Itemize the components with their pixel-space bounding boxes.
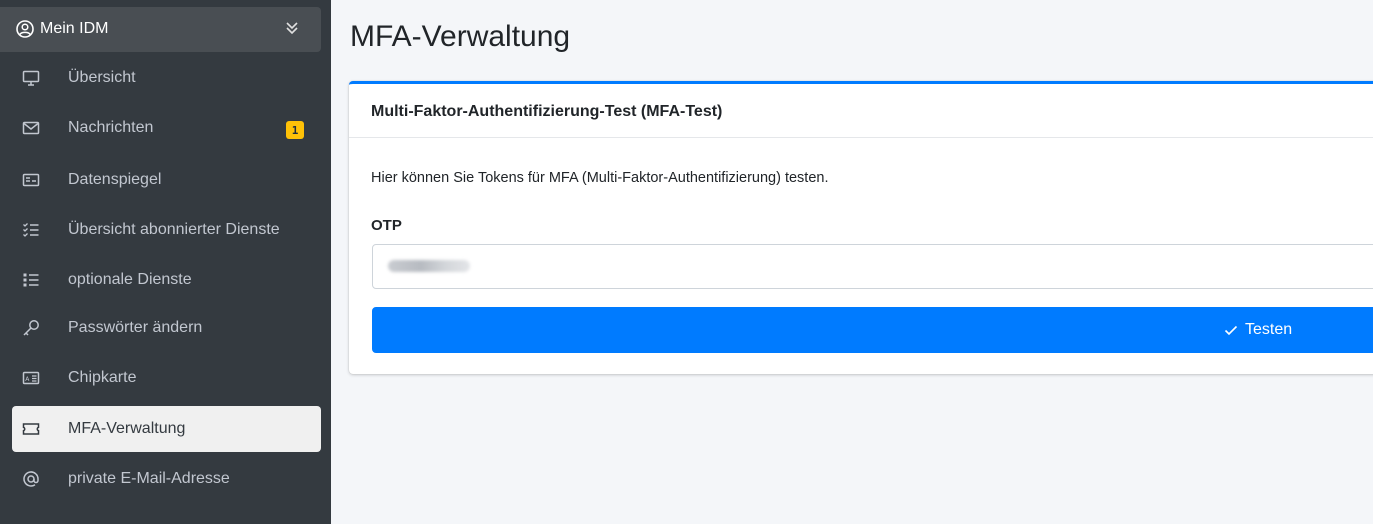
sidebar-item-label: MFA-Verwaltung <box>68 420 186 437</box>
sidebar-item-uebersicht[interactable]: Übersicht <box>12 55 321 101</box>
card-title: Multi-Faktor-Authentifizierung-Test (MFA… <box>371 103 723 120</box>
otp-input[interactable] <box>372 244 1373 289</box>
sidebar-item-label: Nachrichten <box>68 119 154 136</box>
card-header: Multi-Faktor-Authentifizierung-Test (MFA… <box>349 84 1373 138</box>
test-button-content: Testen <box>1223 321 1292 339</box>
otp-field-label: OTP <box>371 217 402 234</box>
key-icon <box>23 320 39 336</box>
sidebar-header-mein-idm[interactable]: Mein IDM <box>0 7 321 52</box>
list-icon <box>23 273 39 287</box>
sidebar-item-label: Chipkarte <box>68 369 137 386</box>
sidebar-item-label: Passwörter ändern <box>68 319 203 336</box>
sidebar-item-nachrichten[interactable]: Nachrichten 1 <box>12 105 321 151</box>
card-description: Hier können Sie Tokens für MFA (Multi-Fa… <box>371 170 829 186</box>
sidebar-item-datenspiegel[interactable]: Datenspiegel <box>12 157 321 203</box>
sidebar-header-label: Mein IDM <box>40 20 109 37</box>
sidebar-item-chipkarte[interactable]: A Chipkarte <box>12 355 321 401</box>
test-button-label: Testen <box>1245 321 1293 338</box>
at-sign-icon <box>23 471 39 487</box>
main-content: MFA-Verwaltung Multi-Faktor-Authentifizi… <box>331 0 1373 524</box>
ticket-icon <box>22 423 40 435</box>
sidebar-item-label: optionale Dienste <box>68 271 192 288</box>
envelope-icon <box>22 121 40 135</box>
monitor-icon <box>22 70 40 86</box>
check-icon <box>1224 325 1238 336</box>
sidebar-item-label: Datenspiegel <box>68 171 162 188</box>
sidebar-item-optionale-dienste[interactable]: optionale Dienste <box>12 257 321 303</box>
sidebar: Mein IDM Übersicht Nachrichten 1 Datensp… <box>0 0 331 524</box>
sidebar-item-private-e-mail-adresse[interactable]: private E-Mail-Adresse <box>12 456 321 502</box>
mfa-test-card: Multi-Faktor-Authentifizierung-Test (MFA… <box>349 81 1373 374</box>
checklist-icon <box>23 223 39 237</box>
sidebar-item-label: Übersicht abonnierter Dienste <box>68 221 280 238</box>
otp-blurred-value <box>388 260 470 272</box>
user-circle-icon <box>16 20 34 38</box>
chip-card-icon: A <box>22 371 40 385</box>
sidebar-item-passwoerter-aendern[interactable]: Passwörter ändern <box>12 305 321 351</box>
unread-count-badge: 1 <box>286 121 304 139</box>
svg-text:A: A <box>25 376 30 383</box>
sidebar-item-uebersicht-abonnierter-dienste[interactable]: Übersicht abonnierter Dienste <box>12 207 321 253</box>
sidebar-item-label: Übersicht <box>68 69 136 86</box>
test-button[interactable]: Testen <box>372 307 1373 353</box>
id-card-icon <box>22 173 40 187</box>
sidebar-item-mfa-verwaltung[interactable]: MFA-Verwaltung <box>12 406 321 452</box>
chevrons-down-icon[interactable] <box>283 19 301 37</box>
sidebar-item-label: private E-Mail-Adresse <box>68 470 230 487</box>
page-title: MFA-Verwaltung <box>350 20 571 53</box>
